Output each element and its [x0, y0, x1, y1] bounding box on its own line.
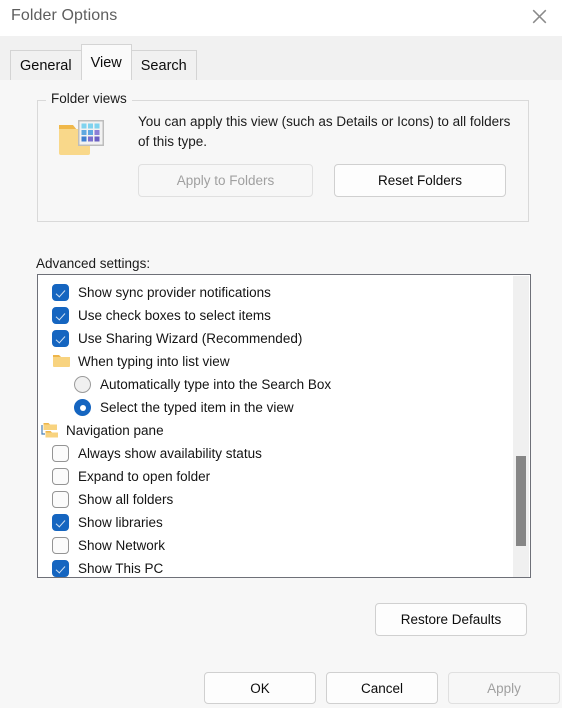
settings-row-label: Use check boxes to select items	[78, 308, 271, 323]
settings-row[interactable]: Automatically type into the Search Box	[38, 373, 506, 396]
settings-row-label: Show all folders	[78, 492, 174, 507]
settings-row-label: Select the typed item in the view	[100, 400, 294, 415]
list-scrollbar-thumb[interactable]	[516, 456, 526, 546]
settings-row[interactable]: Show all folders	[38, 488, 506, 511]
ok-button[interactable]: OK	[204, 672, 316, 704]
radio-unselected[interactable]	[74, 376, 91, 393]
cancel-label: Cancel	[360, 680, 404, 696]
settings-row-label: Always show availability status	[78, 446, 262, 461]
reset-folders-label: Reset Folders	[377, 173, 463, 188]
settings-row-label: Expand to open folder	[78, 469, 211, 484]
settings-row[interactable]: Show This PC	[38, 557, 506, 577]
folder-views-description: You can apply this view (such as Details…	[138, 114, 511, 149]
settings-row[interactable]: Select the typed item in the view	[38, 396, 506, 419]
settings-row[interactable]: Show sync provider notifications	[38, 281, 506, 304]
settings-row[interactable]: Show libraries	[38, 511, 506, 534]
reset-folders-button[interactable]: Reset Folders	[334, 164, 506, 197]
checkbox-unchecked[interactable]	[52, 445, 69, 462]
advanced-settings-rows: Show sync provider notifications Use chec…	[38, 281, 506, 577]
checkbox-unchecked[interactable]	[52, 491, 69, 508]
apply-label: Apply	[487, 680, 521, 696]
settings-row-label: Show libraries	[78, 515, 163, 530]
ok-label: OK	[250, 680, 270, 696]
settings-row[interactable]: Navigation pane	[38, 419, 506, 442]
folder-icon	[52, 353, 71, 370]
checkbox-checked[interactable]	[52, 284, 69, 301]
settings-row[interactable]: Show Network	[38, 534, 506, 557]
apply-to-folders-label: Apply to Folders	[176, 173, 275, 188]
title-bar: Folder Options	[0, 0, 562, 36]
checkbox-checked[interactable]	[52, 514, 69, 531]
checkbox-checked[interactable]	[52, 307, 69, 324]
settings-row-label: Automatically type into the Search Box	[100, 377, 332, 392]
checkbox-unchecked[interactable]	[52, 468, 69, 485]
restore-defaults-label: Restore Defaults	[400, 612, 502, 627]
checkbox-checked[interactable]	[52, 560, 69, 577]
advanced-settings-list[interactable]: Show sync provider notifications Use chec…	[37, 274, 531, 578]
tab-general-label: General	[20, 57, 72, 74]
tab-general[interactable]: General	[10, 50, 82, 80]
settings-row[interactable]: When typing into list view	[38, 350, 506, 373]
advanced-settings-label: Advanced settings:	[36, 256, 151, 271]
settings-row-label: Show This PC	[78, 561, 164, 576]
restore-defaults-button[interactable]: Restore Defaults	[375, 603, 527, 636]
tab-view-label: View	[90, 54, 122, 71]
settings-row-label: When typing into list view	[78, 354, 230, 369]
settings-row[interactable]: Expand to open folder	[38, 465, 506, 488]
tab-search[interactable]: Search	[130, 50, 197, 80]
settings-row[interactable]: Use Sharing Wizard (Recommended)	[38, 327, 506, 350]
view-tab-panel: Folder views You can apply this view (su…	[0, 80, 562, 708]
radio-selected[interactable]	[74, 399, 91, 416]
settings-row-label: Navigation pane	[66, 423, 164, 438]
close-icon	[532, 9, 547, 24]
list-scrollbar[interactable]	[513, 276, 529, 577]
folder-views-group-label: Folder views	[46, 91, 132, 106]
folder-view-icon	[56, 115, 110, 165]
apply-to-folders-button[interactable]: Apply to Folders	[138, 164, 313, 197]
checkbox-checked[interactable]	[52, 330, 69, 347]
tab-search-label: Search	[140, 57, 187, 74]
settings-row[interactable]: Always show availability status	[38, 442, 506, 465]
settings-row-label: Use Sharing Wizard (Recommended)	[78, 331, 303, 346]
window-title: Folder Options	[11, 7, 118, 24]
settings-row[interactable]: Use check boxes to select items	[38, 304, 506, 327]
folder-tree-icon	[40, 422, 59, 439]
settings-row-label: Show sync provider notifications	[78, 285, 271, 300]
tab-view[interactable]: View	[80, 44, 132, 80]
close-button[interactable]	[516, 0, 562, 32]
cancel-button[interactable]: Cancel	[326, 672, 438, 704]
settings-row-label: Show Network	[78, 538, 166, 553]
apply-button[interactable]: Apply	[448, 672, 560, 704]
tab-strip: General View Search	[0, 36, 562, 80]
checkbox-unchecked[interactable]	[52, 537, 69, 554]
